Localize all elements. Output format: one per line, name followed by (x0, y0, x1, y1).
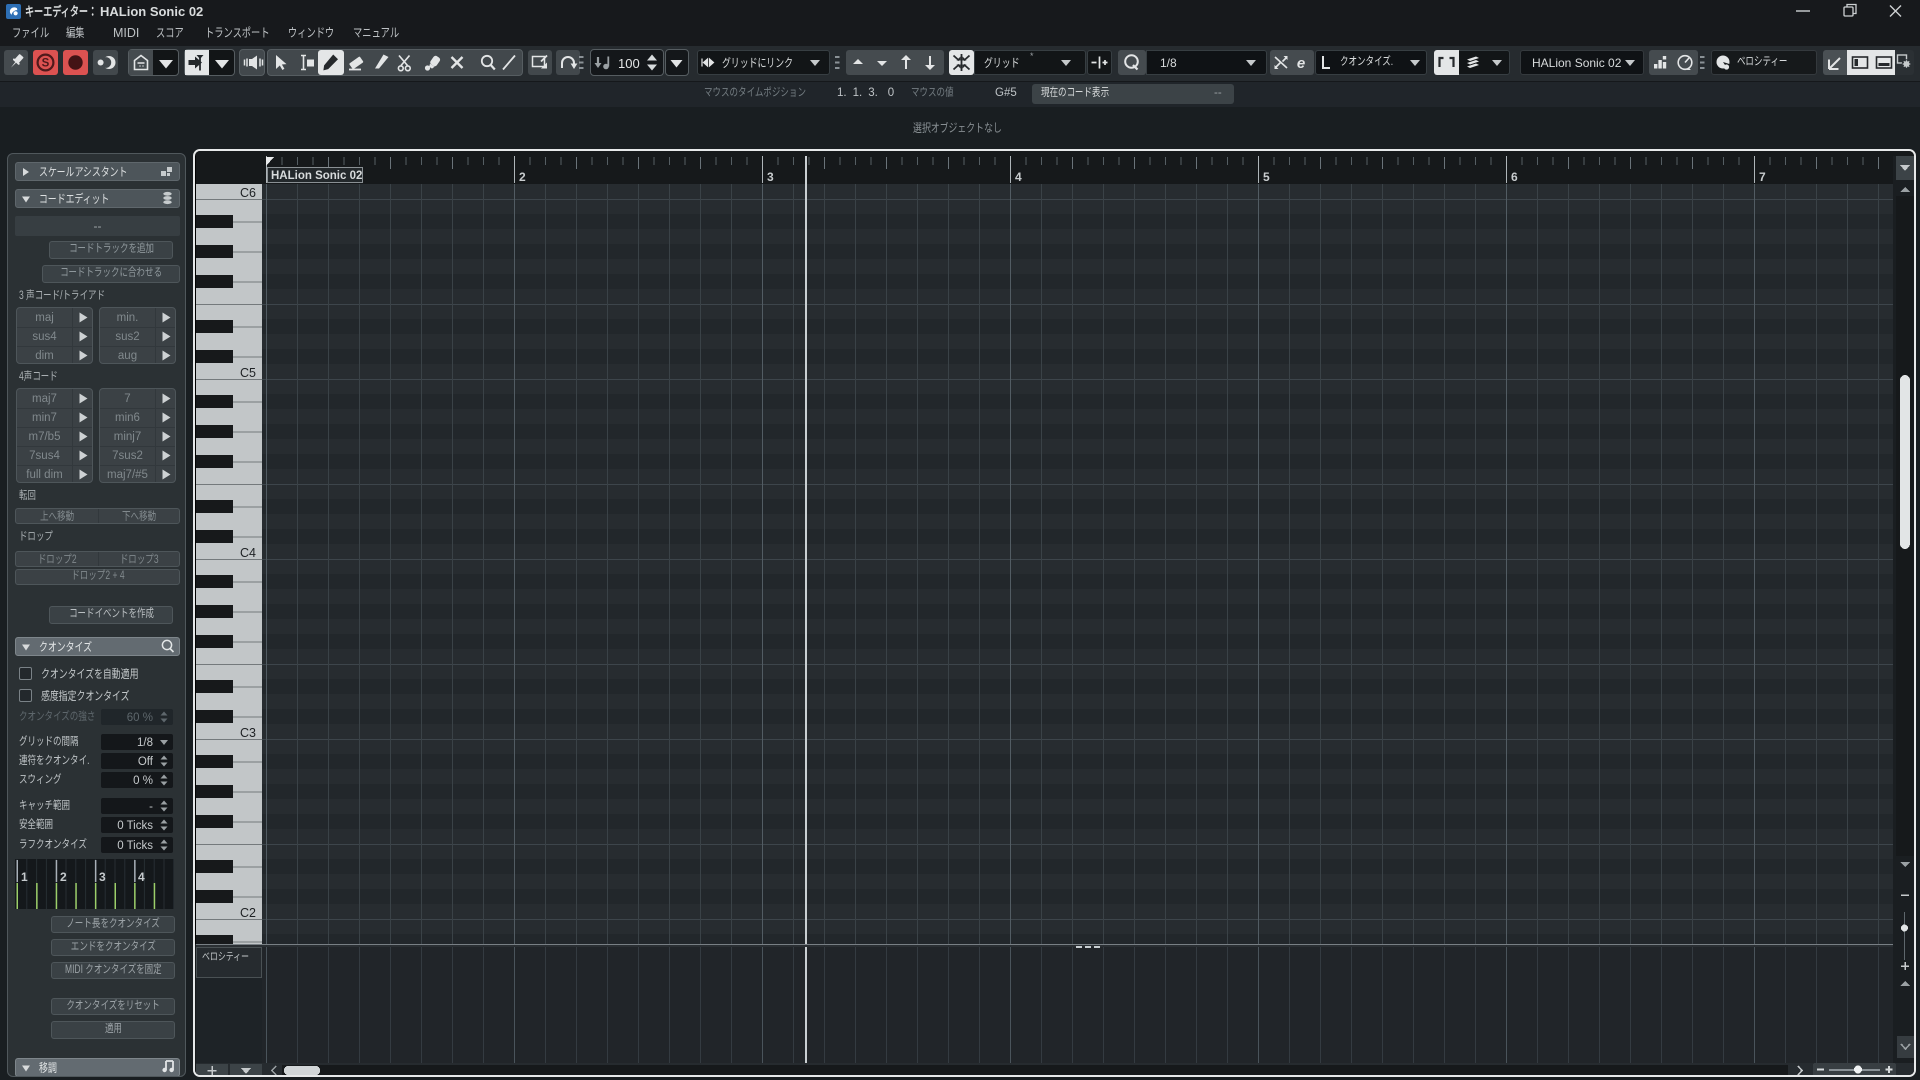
svg-text:C5: C5 (240, 366, 256, 380)
svg-text:e: e (1297, 55, 1305, 72)
svg-text:6: 6 (1511, 170, 1518, 184)
svg-text:3: 3 (767, 170, 774, 184)
svg-text:C3: C3 (240, 726, 256, 740)
svg-text:S: S (42, 58, 50, 70)
svg-text:ベロシティー: ベロシティー (202, 951, 249, 963)
svg-text:2: 2 (60, 870, 67, 884)
svg-text:1: 1 (21, 870, 28, 884)
svg-text:4: 4 (1015, 170, 1022, 184)
svg-text:HALion Sonic 02: HALion Sonic 02 (271, 170, 362, 182)
svg-text:C6: C6 (240, 186, 256, 200)
svg-text:4: 4 (138, 870, 145, 884)
svg-text:2: 2 (519, 170, 526, 184)
svg-text:C4: C4 (240, 546, 256, 560)
svg-text:7: 7 (1759, 170, 1766, 184)
svg-text:5: 5 (1263, 170, 1270, 184)
svg-text:C2: C2 (240, 906, 256, 920)
svg-text:3: 3 (99, 870, 106, 884)
